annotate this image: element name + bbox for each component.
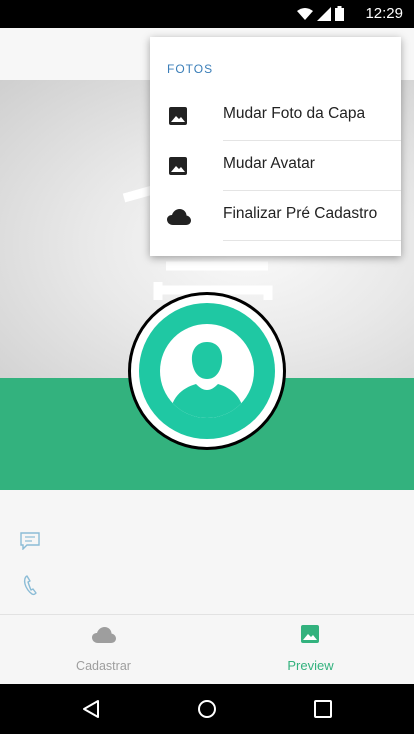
menu-item-finish-registration[interactable]: Finalizar Pré Cadastro [150,191,401,241]
cloud-icon [92,627,116,648]
system-navigation-bar [0,684,414,734]
image-icon [169,157,187,180]
image-icon [169,107,187,130]
status-time: 12:29 [365,5,403,22]
person-icon [170,342,244,418]
bottom-navigation: Cadastrar Preview [0,614,414,685]
contact-info [0,490,414,614]
menu-item-change-cover[interactable]: Mudar Foto da Capa [150,91,401,141]
cloud-icon [167,209,191,230]
nav-preview[interactable]: Preview [207,615,414,685]
battery-icon [335,6,344,21]
phone-icon [23,575,37,596]
status-bar: 12:29 [0,0,414,28]
home-icon[interactable] [197,699,217,719]
wifi-icon [297,7,313,20]
status-icons [297,6,344,21]
signal-icon [317,6,331,21]
nav-label: Preview [287,658,334,673]
image-icon [301,625,319,648]
menu-header: FOTOS [167,62,214,76]
back-icon[interactable] [82,699,100,719]
menu-item-label: Finalizar Pré Cadastro [223,205,378,222]
divider [223,240,401,241]
menu-item-label: Mudar Foto da Capa [223,105,366,122]
nav-cadastrar[interactable]: Cadastrar [0,615,207,685]
nav-label: Cadastrar [76,659,131,673]
message-icon [20,532,40,550]
recents-icon[interactable] [314,700,332,718]
menu-item-label: Mudar Avatar [223,155,315,172]
avatar[interactable] [128,292,286,450]
photos-menu: FOTOS Mudar Foto da Capa Mudar Avatar Fi… [150,37,401,256]
menu-item-change-avatar[interactable]: Mudar Avatar [150,141,401,191]
